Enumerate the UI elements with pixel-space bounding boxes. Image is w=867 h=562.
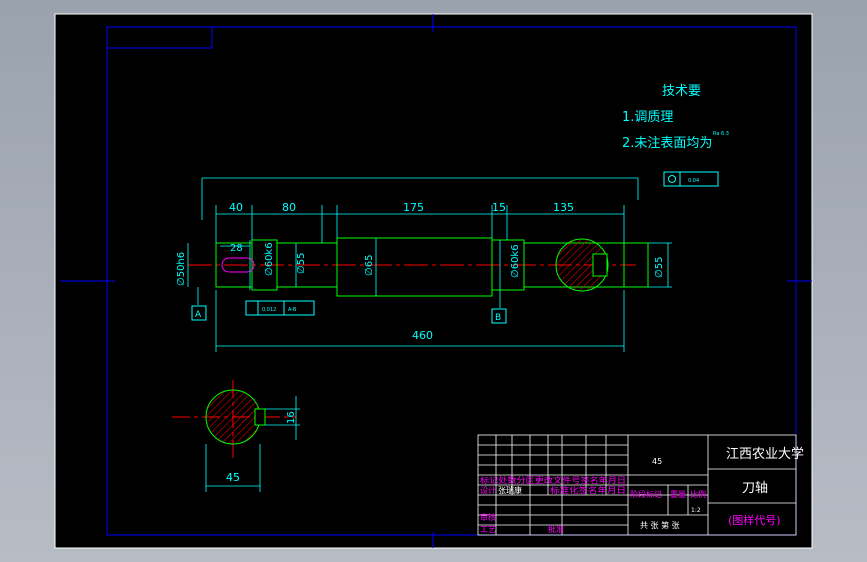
datum-b: B [495, 313, 501, 323]
dim-15: 15 [492, 201, 506, 214]
spline-notch [592, 253, 608, 277]
title-part: 刀轴 [742, 481, 768, 496]
dia-65: ∅65 [364, 255, 375, 276]
dim-80: 80 [282, 201, 296, 214]
title-row-design: 设计 [480, 485, 496, 495]
title-row-check: 审核 [480, 512, 496, 522]
title-row-sheets: 共 张 第 张 [640, 520, 680, 530]
section-dim-45: 45 [226, 471, 240, 484]
keyway-section [205, 389, 261, 445]
dim-28: 28 [230, 243, 243, 254]
note-line2: 2.未注表面均为 [622, 136, 712, 151]
note-title: 技术要 [662, 84, 701, 99]
dim-40: 40 [229, 201, 243, 214]
title-row-weight: 重量 [670, 489, 686, 499]
dia-60k6-left: ∅60k6 [264, 242, 275, 276]
tolerance-2-value: 0.04 [688, 178, 699, 184]
title-school: 江西农业大学 [726, 446, 804, 462]
datum-a: A [195, 310, 202, 320]
note-line1: 1.调质理 [622, 110, 673, 125]
dim-135: 135 [553, 201, 574, 214]
dia-50h6: ∅50h6 [176, 252, 187, 286]
title-code: (图样代号) [728, 513, 781, 527]
title-material: 45 [652, 457, 662, 466]
title-row-designer: 张瑞康 [498, 485, 522, 495]
title-row-std: 标记处数分区更改文件号签名年月日 [480, 475, 626, 485]
title-row-stage: 阶段标记 [630, 489, 662, 499]
dia-60k6-right: ∅60k6 [510, 244, 521, 278]
keyway-section-slot [254, 408, 266, 426]
tolerance-1-datum: A-B [288, 307, 297, 313]
dim-460: 460 [412, 329, 433, 342]
dia-55-left: ∅55 [296, 253, 307, 274]
tolerance-1-value: 0.012 [262, 307, 276, 313]
title-scale: 1:2 [691, 507, 701, 514]
shaft-drawing: 技术要 1.调质理 2.未注表面均为 Ra 6.3 40 80 175 15 1… [54, 13, 813, 549]
title-row-craft: 工艺 [480, 525, 496, 534]
note-roughness: Ra 6.3 [713, 131, 729, 137]
cad-viewport[interactable]: 技术要 1.调质理 2.未注表面均为 Ra 6.3 40 80 175 15 1… [0, 0, 867, 562]
dia-55-right: ∅55 [654, 257, 665, 278]
title-row-approve: 批准 [548, 524, 564, 534]
dim-175: 175 [403, 201, 424, 214]
title-row-std2: 标准化签名年月日 [550, 485, 626, 495]
section-dim-16: 16 [286, 411, 297, 424]
title-row-ratio: 比例 [690, 489, 706, 499]
